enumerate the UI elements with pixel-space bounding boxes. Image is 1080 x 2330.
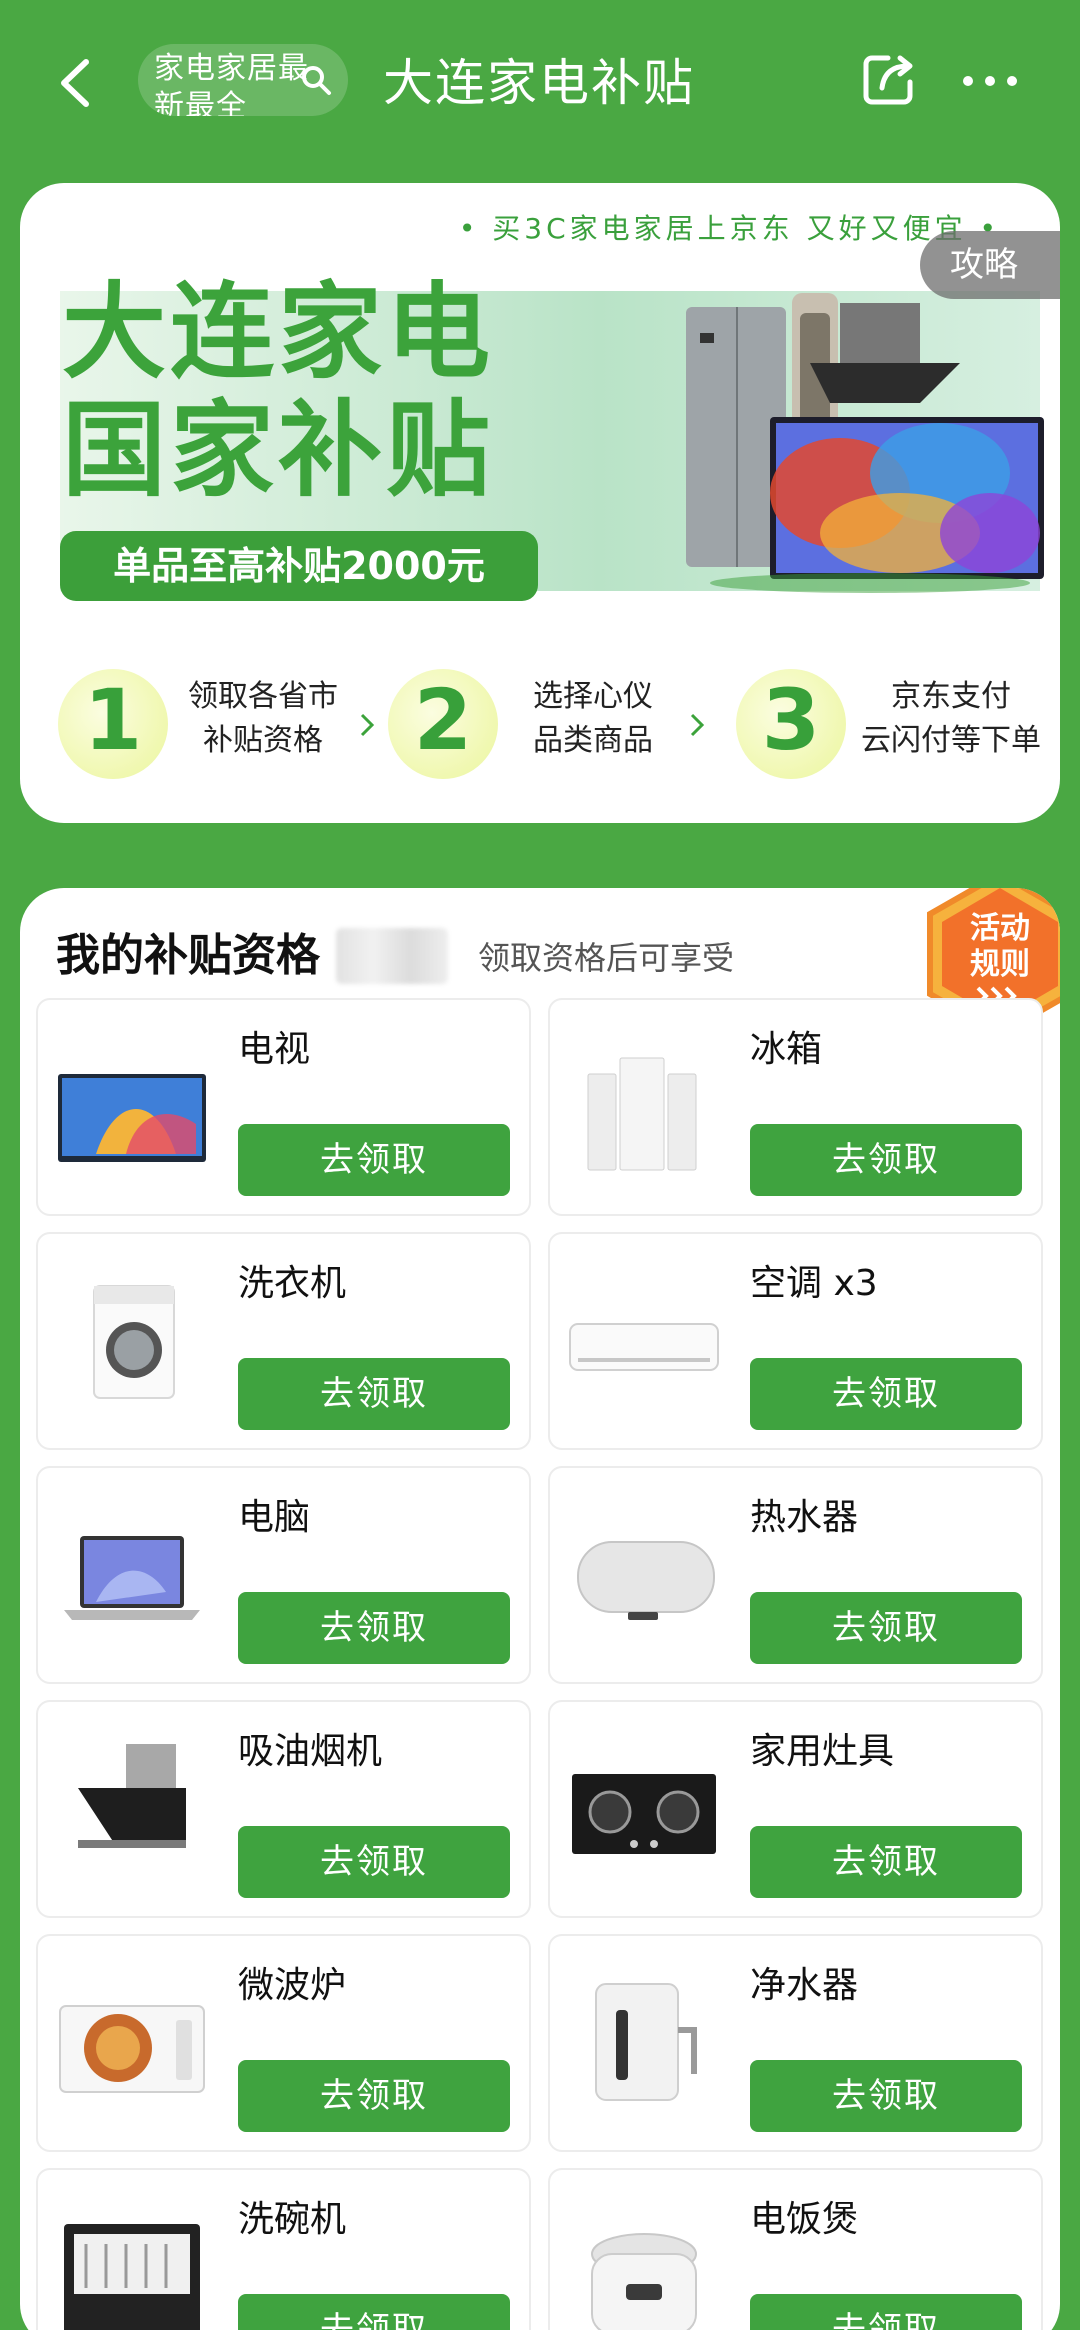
guide-button[interactable]: 攻略 [920,231,1060,299]
fridge-image [587,1057,697,1171]
rules-badge-line1: 活动 [970,911,1030,946]
step-1: 1 领取各省市 补贴资格 [58,653,358,793]
claim-button[interactable]: 去领取 [238,1592,510,1664]
step-2-number: 2 [413,671,473,769]
eligibility-subtitle: 领取资格后可享受 [478,939,735,977]
step-2-text: 选择心仪 品类商品 [498,675,688,763]
microwave-image [59,2005,205,2093]
search-icon [302,66,331,95]
rice-cooker-image [591,2233,697,2330]
category-card-tv: 电视 去领取 [36,998,531,1216]
category-name: 电视 [238,1029,311,1070]
chevron-right-icon [360,713,375,737]
gas-stove-image [572,1774,716,1854]
step-1-line2: 补贴资格 [203,723,323,758]
air-conditioner-image [569,1323,719,1371]
category-card-dishwasher: 洗碗机 去领取 [36,2168,531,2330]
category-name: 微波炉 [238,1965,347,2006]
claim-button[interactable]: 去领取 [750,2294,1022,2330]
category-card-ac: 空调 x3 去领取 [548,1232,1043,1450]
chevron-right-icon [690,713,705,737]
category-card-water-heater: 热水器 去领取 [548,1466,1043,1684]
hero-title-line2: 国家补贴 [62,388,495,511]
dishwasher-image [64,2224,200,2330]
more-button[interactable] [960,66,1020,96]
claim-button[interactable]: 去领取 [238,1358,510,1430]
claim-button[interactable]: 去领取 [750,1124,1022,1196]
subsidy-banner: • 买3C家电家居上京东 又好又便宜 • 大连家电 国家补贴 单品至高补贴200… [20,183,1060,823]
step-3-text: 京东支付 云闪付等下单 [846,675,1056,763]
category-name: 热水器 [750,1497,859,1538]
range-hood-image [78,1744,186,1848]
category-name: 净水器 [750,1965,859,2006]
laptop-image [64,1536,200,1620]
claim-button[interactable]: 去领取 [750,1826,1022,1898]
category-card-washer: 洗衣机 去领取 [36,1232,531,1450]
share-icon [863,55,913,105]
claim-button[interactable]: 去领取 [238,1124,510,1196]
category-name: 冰箱 [750,1029,823,1070]
page-title: 大连家电补贴 [383,54,695,112]
category-card-computer: 电脑 去领取 [36,1466,531,1684]
water-heater-image [577,1541,715,1620]
steps-row: 1 领取各省市 补贴资格 2 选择心仪 品类商品 3 京东支付 云闪付等下单 [20,653,1060,793]
claim-button[interactable]: 去领取 [750,2060,1022,2132]
claim-button[interactable]: 去领取 [238,1826,510,1898]
eligibility-title: 我的补贴资格 [56,930,320,981]
hero-title-line1: 大连家电 [62,270,495,393]
washer-image [93,1285,175,1399]
category-name: 洗衣机 [238,1263,347,1304]
claim-button[interactable]: 去领取 [238,2294,510,2330]
top-bar: 家电家居最新最全 大连家电补贴 [0,0,1080,170]
appliances-illustration [686,293,1044,593]
step-1-line1: 领取各省市 [188,679,338,714]
step-2: 2 选择心仪 品类商品 [388,653,688,793]
category-name: 家用灶具 [750,1731,895,1772]
claim-button[interactable]: 去领取 [750,1358,1022,1430]
category-card-fridge: 冰箱 去领取 [548,998,1043,1216]
step-1-number: 1 [83,671,143,769]
step-3: 3 京东支付 云闪付等下单 [736,653,1056,793]
category-card-water-purifier: 净水器 去领取 [548,1934,1043,2152]
category-card-stove: 家用灶具 去领取 [548,1700,1043,1918]
back-button[interactable] [48,48,108,118]
category-name: 电脑 [238,1497,311,1538]
category-card-rice-cooker: 电饭煲 去领取 [548,2168,1043,2330]
share-button[interactable] [858,50,918,110]
category-name: 电饭煲 [750,2199,859,2240]
search-chip[interactable]: 家电家居最新最全 [138,44,348,116]
blurred-region [336,928,448,984]
category-name: 吸油烟机 [238,1731,383,1772]
chevron-left-icon [61,59,89,107]
tv-image [58,1074,206,1162]
banner-tagline: • 买3C家电家居上京东 又好又便宜 • [458,212,1000,245]
water-purifier-image [595,1983,697,2101]
category-card-microwave: 微波炉 去领取 [36,1934,531,2152]
category-name: 空调 x3 [750,1263,878,1304]
step-3-line1: 京东支付 [891,679,1011,714]
app-root: 家电家居最新最全 大连家电补贴 • 买3C家电家居上京东 又好又便宜 • 大连家… [0,0,1080,2330]
hero-title: 大连家电 国家补贴 [62,273,494,509]
hero-badge: 单品至高补贴2000元 [60,531,538,601]
eligibility-card: 我的补贴资格 领取资格后可享受 活动 规则 电视 去领取 冰箱 去领取 洗衣机 … [20,888,1060,2330]
step-2-line2: 品类商品 [533,723,653,758]
category-card-range-hood: 吸油烟机 去领取 [36,1700,531,1918]
more-icon [963,76,1017,86]
claim-button[interactable]: 去领取 [238,2060,510,2132]
rules-badge-line2: 规则 [970,947,1030,982]
step-2-line1: 选择心仪 [533,679,653,714]
search-chip-text: 家电家居最新最全 [154,51,309,116]
step-1-text: 领取各省市 补贴资格 [168,675,358,763]
step-3-line2: 云闪付等下单 [861,723,1041,758]
step-3-number: 3 [761,671,821,769]
claim-button[interactable]: 去领取 [750,1592,1022,1664]
category-name: 洗碗机 [238,2199,347,2240]
